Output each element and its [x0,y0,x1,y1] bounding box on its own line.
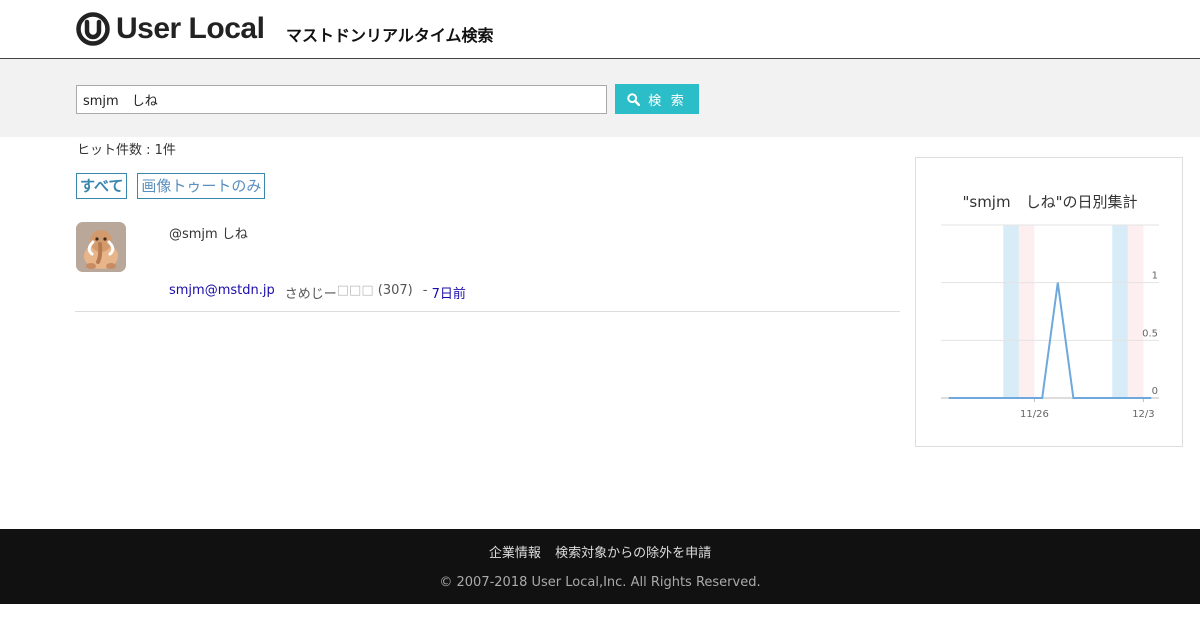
daily-count-chart: 0 0.5 1 11/26 12/3 [941,224,1159,420]
logo-text: User Local [116,12,265,45]
footer-link-company[interactable]: 企業情報 [489,546,541,561]
search-bar: 検 索 [0,59,1200,137]
sunday-band [1127,225,1144,398]
search-button[interactable]: 検 索 [615,84,699,114]
display-name-glyphs: □□□ [336,283,374,298]
toot-content: @smjm しね [169,227,248,242]
footer-links: 企業情報 検索対象からの除外を申請 [0,542,1200,561]
footer-link-exclusion-request[interactable]: 検索対象からの除外を申請 [555,546,711,561]
list-item: @smjm しね smjm@mstdn.jp さめじー □□□ (307) - … [75,212,900,312]
filter-all-button[interactable]: すべて [76,173,128,199]
toot-count-value: (307) [377,283,413,298]
sunday-band [1018,225,1035,398]
toot-time-link[interactable]: 7日前 [432,283,466,302]
copyright: © 2007-2018 User Local,Inc. All Rights R… [439,575,761,590]
y-tick-label: 1 [1152,271,1158,282]
mammoth-avatar-icon [76,222,126,272]
account-link[interactable]: smjm@mstdn.jp [169,283,275,302]
hit-count: ヒット件数 : 1件 [77,143,176,158]
daily-chart-panel: "smjm しね"の日別集計 0 0.5 1 11/26 12/3 [915,157,1183,447]
site-footer: 企業情報 検索対象からの除外を申請 © 2007-2018 User Local… [0,529,1200,604]
toot-meta: smjm@mstdn.jp さめじー □□□ (307) - 7日前 [169,283,466,302]
x-tick-label: 12/3 [1132,409,1154,420]
display-name: さめじー [284,287,337,302]
saturday-band [1003,225,1019,398]
search-input[interactable] [76,85,607,114]
site-header: User Local マストドンリアルタイム検索 [0,0,1200,59]
result-filters: すべて 画像トゥートのみ [76,173,266,199]
avatar[interactable] [76,222,126,272]
search-icon [627,92,641,106]
x-tick-label: 11/26 [1020,409,1049,420]
saturday-band [1112,225,1128,398]
user-local-logo[interactable]: User Local [76,12,265,46]
user-local-logo-icon [76,12,110,46]
y-tick-label: 0 [1152,386,1158,397]
search-button-label: 検 索 [648,92,687,108]
filter-image-toots-button[interactable]: 画像トゥートのみ [137,173,266,199]
page-title: マストドンリアルタイム検索 [286,26,494,45]
y-tick-label: 0.5 [1142,328,1158,339]
